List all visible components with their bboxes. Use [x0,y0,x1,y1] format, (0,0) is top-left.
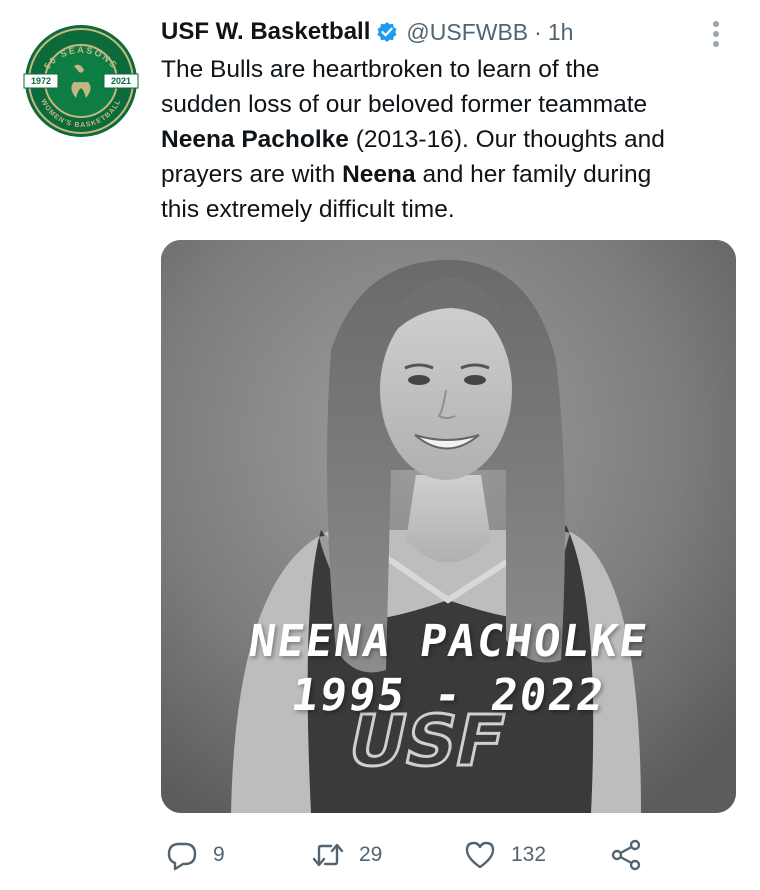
tweet-text-segment: this extremely difficult time. [161,196,455,223]
reply-count: 9 [213,843,225,866]
logo-year-left: 1972 [31,76,51,86]
logo-year-right: 2021 [111,76,131,86]
tweet: 50 SEASONS WOMEN'S BASKETBALL 1972 2021 … [0,0,760,890]
tweet-line: prayers are with Neena and her family du… [161,157,736,192]
reply-icon [167,842,197,871]
separator: · [534,18,542,45]
tweet-actions: 9 29 132 [161,830,681,880]
share-button[interactable] [609,830,643,880]
like-button[interactable]: 132 [463,830,546,880]
like-count: 132 [511,843,547,866]
tweet-line: this extremely difficult time. [161,192,736,227]
avatar[interactable]: 50 SEASONS WOMEN'S BASKETBALL 1972 2021 [22,22,140,140]
tweet-text-segment: and her family during [415,161,652,188]
handle[interactable]: @USFWBB [406,19,528,46]
reply-button[interactable]: 9 [165,830,225,880]
tweet-line: Neena Pacholke (2013-16). Our thoughts a… [161,122,736,157]
tweet-bold-name: Neena Pacholke [161,126,349,153]
tweet-line: The Bulls are heartbroken to learn of th… [161,52,736,87]
tweet-header: USF W. Basketball @USFWBB · 1h [161,14,573,50]
tweet-bold-name: Neena [342,161,416,188]
tweet-text-segment: prayers are with [161,161,343,188]
tweet-text-segment: (2013-16). Our thoughts and [348,126,665,153]
usf-logo-icon: 50 SEASONS WOMEN'S BASKETBALL 1972 2021 [23,23,139,139]
more-options-icon[interactable] [706,18,726,50]
tweet-text: The Bulls are heartbroken to learn of th… [161,52,736,227]
memorial-years: 1995 - 2022 [288,670,609,721]
tweet-line: sudden loss of our beloved former teamma… [161,87,736,122]
heart-icon [465,841,495,869]
portrait-image: USF [161,240,736,813]
display-name[interactable]: USF W. Basketball [161,18,370,46]
retweet-button[interactable]: 29 [311,830,382,880]
retweet-count: 29 [359,843,383,866]
timestamp[interactable]: 1h [548,19,574,46]
tweet-text-segment: sudden loss of our beloved former teamma… [161,91,648,118]
tweet-text-segment: The Bulls are heartbroken to learn of th… [161,56,600,83]
verified-badge-icon [376,21,398,43]
tweet-photo[interactable]: USF NEENA PACHOLKE 1995 - 2022 [161,240,736,813]
share-icon [611,839,641,871]
memorial-name: NEENA PACHOLKE [245,616,652,667]
retweet-icon [312,843,344,867]
